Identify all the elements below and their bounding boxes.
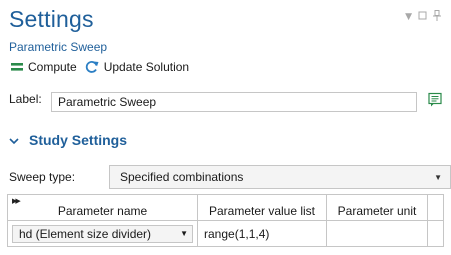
parameter-value-list-cell[interactable]: range(1,1,4)	[197, 220, 327, 247]
table-scroll-gutter	[427, 194, 444, 221]
table-row[interactable]: hd (Element size divider) ▼ range(1,1,4)	[7, 220, 444, 247]
parameter-name-select[interactable]: hd (Element size divider) ▼	[12, 224, 193, 243]
window-controls: ▼	[405, 10, 441, 24]
compute-label: Compute	[28, 60, 77, 74]
label-caption: Label:	[9, 92, 42, 106]
section-title: Study Settings	[29, 132, 128, 148]
chevron-down-icon: ▼	[434, 173, 442, 182]
comment-edit-icon	[427, 92, 443, 112]
expand-columns-icon[interactable]: ▶▶	[12, 197, 21, 205]
sweep-type-value: Specified combinations	[120, 170, 244, 184]
study-settings-header[interactable]: Study Settings	[9, 132, 127, 148]
pin-icon[interactable]	[433, 10, 441, 24]
label-edit-button[interactable]	[425, 92, 445, 112]
chevron-down-icon: ▼	[180, 229, 188, 238]
compute-button[interactable]: Compute	[11, 60, 77, 74]
label-input[interactable]: Parametric Sweep	[51, 92, 417, 112]
page-subtitle: Parametric Sweep	[9, 40, 108, 54]
restore-icon[interactable]	[418, 11, 427, 23]
dropdown-menu-icon[interactable]: ▼	[405, 12, 412, 22]
chevron-down-icon	[9, 132, 19, 148]
update-solution-button[interactable]: Update Solution	[85, 60, 189, 74]
parameter-name-value: hd (Element size divider)	[19, 226, 152, 241]
update-solution-label: Update Solution	[103, 60, 190, 74]
compute-icon	[11, 62, 23, 72]
column-header-parameter-name[interactable]: ▶▶ Parameter name	[7, 194, 198, 221]
sweep-type-label: Sweep type:	[9, 170, 76, 184]
parameter-table: ▶▶ Parameter name Parameter value list P…	[7, 194, 444, 247]
column-header-parameter-value-list[interactable]: Parameter value list	[197, 194, 327, 221]
column-header-parameter-unit[interactable]: Parameter unit	[326, 194, 428, 221]
table-header-row: ▶▶ Parameter name Parameter value list P…	[7, 194, 444, 221]
refresh-icon	[85, 60, 99, 74]
table-scroll-gutter	[427, 220, 444, 247]
toolbar: Compute Update Solution	[11, 60, 197, 74]
parameter-unit-cell[interactable]	[326, 220, 428, 247]
page-title: Settings	[9, 6, 94, 32]
sweep-type-select[interactable]: Specified combinations ▼	[109, 165, 451, 189]
parameter-name-cell[interactable]: hd (Element size divider) ▼	[7, 220, 198, 247]
